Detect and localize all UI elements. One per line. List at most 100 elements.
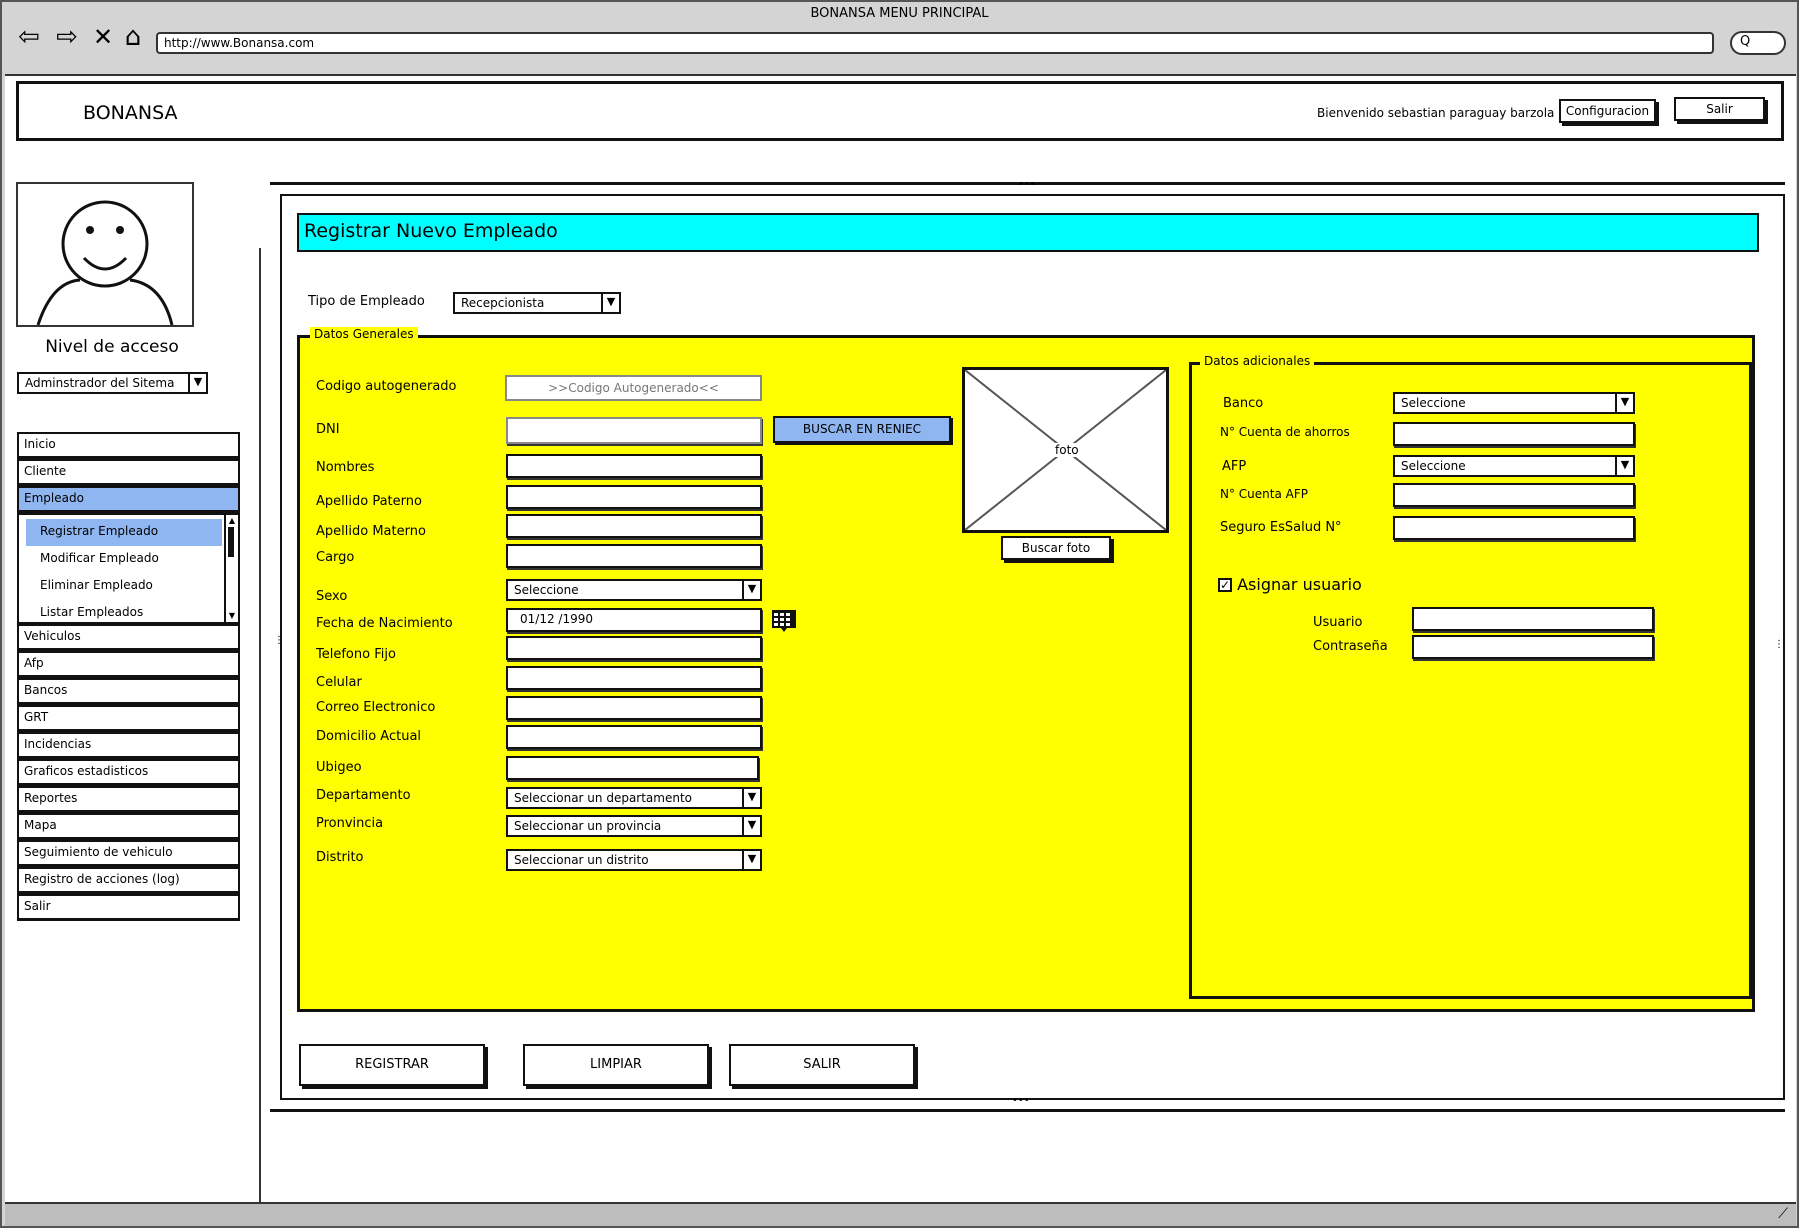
resize-grip-bottom[interactable]: ••• xyxy=(1012,1096,1030,1106)
submenu-item-eliminar[interactable]: Eliminar Empleado xyxy=(26,573,222,600)
banco-value: Seleccione xyxy=(1401,396,1466,410)
limpiar-button[interactable]: LIMPIAR xyxy=(523,1044,709,1086)
codigo-label: Codigo autogenerado xyxy=(316,379,457,394)
telefono-fijo-label: Telefono Fijo xyxy=(316,647,396,662)
banco-label: Banco xyxy=(1223,396,1264,411)
menu-item-vehiculos[interactable]: Vehiculos xyxy=(17,624,240,651)
stop-icon[interactable]: ✕ xyxy=(88,22,118,52)
provincia-select[interactable]: Seleccionar un provincia ▼ xyxy=(506,815,762,837)
codigo-field: >>Codigo Autogenerado<< xyxy=(505,375,762,401)
distrito-label: Distrito xyxy=(316,850,364,865)
datos-generales-legend: Datos Generales xyxy=(310,327,418,341)
user-icon xyxy=(36,200,174,325)
correo-field[interactable] xyxy=(506,696,762,720)
apellido-paterno-field[interactable] xyxy=(506,485,762,509)
menu-item-graficos[interactable]: Graficos estadisticos xyxy=(17,759,240,786)
tipo-empleado-select[interactable]: Recepcionista ▼ xyxy=(453,292,621,314)
domicilio-field[interactable] xyxy=(506,725,762,749)
chevron-down-icon: ▼ xyxy=(742,851,760,869)
asignar-usuario-checkbox[interactable]: ✓ Asignar usuario xyxy=(1218,575,1362,594)
submenu-item-modificar[interactable]: Modificar Empleado xyxy=(26,546,222,573)
chevron-down-icon: ▼ xyxy=(1615,394,1633,412)
menu-item-salir[interactable]: Salir xyxy=(17,894,240,921)
apellido-paterno-label: Apellido Paterno xyxy=(316,494,422,509)
salir-button[interactable]: SALIR xyxy=(729,1044,915,1086)
page-title: Registrar Nuevo Empleado xyxy=(297,213,1759,252)
departamento-select[interactable]: Seleccionar un departamento ▼ xyxy=(506,787,762,809)
tipo-empleado-value: Recepcionista xyxy=(461,296,545,310)
calendar-icon[interactable] xyxy=(772,610,796,632)
cuenta-ahorros-label: N° Cuenta de ahorros xyxy=(1220,425,1350,439)
back-arrow-icon[interactable]: ⇦ xyxy=(14,22,44,52)
datos-adicionales-legend: Datos adicionales xyxy=(1200,354,1315,368)
forward-arrow-icon[interactable]: ⇨ xyxy=(52,22,82,52)
fecha-nacimiento-label: Fecha de Nacimiento xyxy=(316,616,453,631)
photo-label: foto xyxy=(1053,443,1081,457)
sidebar-divider xyxy=(259,248,261,1204)
cargo-field[interactable] xyxy=(506,544,762,568)
contrasena-label: Contraseña xyxy=(1313,639,1388,654)
cuenta-afp-label: N° Cuenta AFP xyxy=(1220,487,1308,501)
config-button[interactable]: Configuracion xyxy=(1559,99,1656,123)
resize-grip-top[interactable]: ••• xyxy=(1018,180,1036,190)
menu-item-seguimiento[interactable]: Seguimiento de vehiculo xyxy=(17,840,240,867)
celular-field[interactable] xyxy=(506,666,762,690)
resize-corner-icon[interactable]: ⟋ xyxy=(1778,1206,1788,1222)
submenu-item-listar[interactable]: Listar Empleados xyxy=(26,600,222,627)
search-icon: Q xyxy=(1740,34,1751,49)
afp-value: Seleccione xyxy=(1401,459,1466,473)
usuario-field[interactable] xyxy=(1412,607,1654,631)
contrasena-field[interactable] xyxy=(1412,635,1654,659)
sexo-value: Seleccione xyxy=(514,583,579,597)
menu-item-grt[interactable]: GRT xyxy=(17,705,240,732)
access-level-select[interactable]: Adminstrador del Sitema ▼ xyxy=(17,372,208,394)
asignar-usuario-label: Asignar usuario xyxy=(1237,575,1362,594)
buscar-reniec-button[interactable]: BUSCAR EN RENIEC xyxy=(773,416,951,443)
fecha-nacimiento-field[interactable]: 01/12 /1990 xyxy=(506,608,762,632)
menu-item-empleado[interactable]: Empleado xyxy=(17,486,240,513)
logout-button[interactable]: Salir xyxy=(1674,97,1765,121)
essalud-field[interactable] xyxy=(1393,516,1635,540)
submenu-scrollbar[interactable]: ▲ ▼ xyxy=(224,515,238,622)
chevron-down-icon: ▼ xyxy=(742,789,760,807)
afp-select[interactable]: Seleccione ▼ xyxy=(1393,455,1635,477)
cuenta-afp-field[interactable] xyxy=(1393,483,1635,507)
ubigeo-field[interactable] xyxy=(506,756,759,780)
menu-item-cliente[interactable]: Cliente xyxy=(17,459,240,486)
banco-select[interactable]: Seleccione ▼ xyxy=(1393,392,1635,414)
menu-item-afp[interactable]: Afp xyxy=(17,651,240,678)
registrar-button[interactable]: REGISTRAR xyxy=(299,1044,485,1086)
menu-item-mapa[interactable]: Mapa xyxy=(17,813,240,840)
resize-grip-left[interactable]: ⋮ xyxy=(274,636,284,646)
browser-search-field[interactable]: Q xyxy=(1730,31,1786,55)
submenu-item-registrar[interactable]: Registrar Empleado xyxy=(26,519,222,546)
resize-grip-right[interactable]: ⋮ xyxy=(1774,640,1784,650)
buscar-foto-button[interactable]: Buscar foto xyxy=(1001,536,1111,560)
brand-name: BONANSA xyxy=(83,102,178,124)
dni-label: DNI xyxy=(316,422,340,437)
scroll-down-icon[interactable]: ▼ xyxy=(226,610,238,622)
chevron-down-icon: ▼ xyxy=(742,581,760,599)
checkbox-checked-icon: ✓ xyxy=(1218,578,1232,592)
menu-item-bancos[interactable]: Bancos xyxy=(17,678,240,705)
home-icon[interactable]: ⌂ xyxy=(118,22,148,52)
afp-label: AFP xyxy=(1222,459,1247,474)
provincia-label: Pronvincia xyxy=(316,816,384,831)
url-bar[interactable]: http://www.Bonansa.com xyxy=(156,32,1714,54)
dni-field[interactable] xyxy=(506,417,762,444)
avatar xyxy=(16,182,194,327)
scroll-thumb[interactable] xyxy=(228,527,234,557)
menu-item-inicio[interactable]: Inicio xyxy=(17,432,240,459)
menu-item-log[interactable]: Registro de acciones (log) xyxy=(17,867,240,894)
cuenta-ahorros-field[interactable] xyxy=(1393,422,1635,446)
access-level-label: Nivel de acceso xyxy=(45,337,179,357)
telefono-fijo-field[interactable] xyxy=(506,636,762,660)
nombres-field[interactable] xyxy=(506,454,762,478)
sidebar-menu: Inicio Cliente Empleado Registrar Emplea… xyxy=(17,432,240,921)
distrito-select[interactable]: Seleccionar un distrito ▼ xyxy=(506,849,762,871)
scroll-up-icon[interactable]: ▲ xyxy=(226,515,238,527)
sexo-select[interactable]: Seleccione ▼ xyxy=(506,579,762,601)
apellido-materno-field[interactable] xyxy=(506,514,762,538)
menu-item-incidencias[interactable]: Incidencias xyxy=(17,732,240,759)
menu-item-reportes[interactable]: Reportes xyxy=(17,786,240,813)
